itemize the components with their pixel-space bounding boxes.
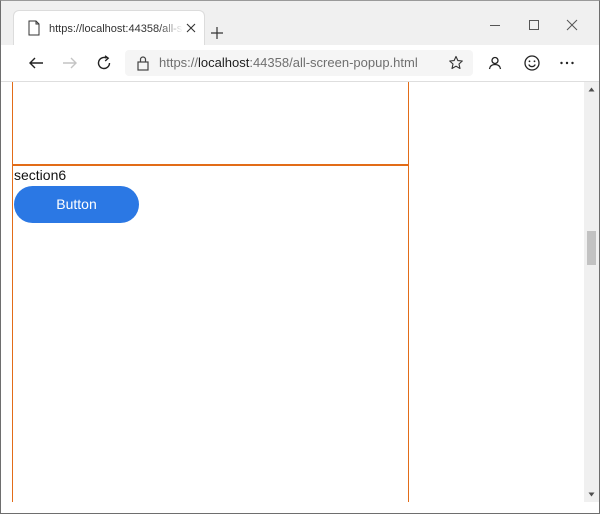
address-bar[interactable]: https://localhost:44358/all-screen-popup…: [125, 50, 473, 76]
smiley-icon[interactable]: [523, 54, 541, 72]
section-label: section6: [14, 167, 67, 183]
browser-tab[interactable]: https://localhost:44358/all-screen-popup…: [13, 10, 205, 45]
section6-box: section6 Button: [12, 166, 409, 502]
section5-box: [12, 82, 409, 166]
caret-down-icon[interactable]: [588, 491, 595, 498]
maximize-icon[interactable]: [527, 18, 541, 32]
caret-up-icon[interactable]: [588, 86, 595, 93]
window-close-icon[interactable]: [565, 18, 579, 32]
scroll-thumb[interactable]: [587, 231, 596, 265]
plus-icon[interactable]: [210, 26, 224, 40]
page-icon: [28, 20, 40, 36]
arrow-right-icon[interactable]: [61, 54, 79, 72]
browser-window: https://localhost:44358/all-screen-popup…: [0, 0, 600, 514]
arrow-left-icon[interactable]: [27, 54, 45, 72]
refresh-icon[interactable]: [95, 54, 113, 72]
person-icon[interactable]: [486, 54, 504, 72]
url-scheme: https://: [159, 55, 199, 70]
primary-button[interactable]: Button: [14, 186, 139, 223]
url-host: localhost: [198, 55, 250, 70]
minimize-icon[interactable]: [488, 18, 502, 32]
page-viewport: section6 Button: [1, 82, 586, 502]
address-toolbar: https://localhost:44358/all-screen-popup…: [1, 45, 599, 82]
vertical-scrollbar[interactable]: [584, 82, 599, 502]
url-text[interactable]: https://localhost:44358/all-screen-popup…: [159, 55, 418, 71]
lock-icon[interactable]: [136, 55, 150, 71]
tab-strip: https://localhost:44358/all-screen-popup…: [1, 1, 599, 45]
more-icon[interactable]: [558, 54, 576, 72]
close-icon[interactable]: [185, 22, 197, 34]
star-icon[interactable]: [448, 55, 464, 71]
url-path: :44358/all-screen-popup.html: [249, 55, 418, 70]
tab-title: https://localhost:44358/all-screen-popup…: [49, 23, 183, 35]
